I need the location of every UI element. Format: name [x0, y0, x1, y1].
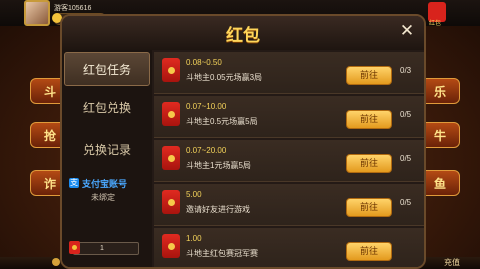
game-button-right-3[interactable]: 鱼	[420, 170, 460, 196]
go-button[interactable]: 前往	[346, 242, 392, 261]
redpacket-modal: 红包 ✕ 红包任务 红包兑换 兑换记录 支 支付宝账号 未绑定 1 0.08~0…	[60, 14, 426, 269]
player-name: 游客105616	[54, 5, 92, 12]
go-button[interactable]: 前往	[346, 66, 392, 85]
game-button-right-1[interactable]: 乐	[420, 78, 460, 104]
redpacket-top-label: 红包	[429, 21, 442, 27]
game-button-right-2[interactable]: 牛	[420, 122, 460, 148]
go-button[interactable]: 前往	[346, 110, 392, 129]
go-button[interactable]: 前往	[346, 198, 392, 217]
go-button[interactable]: 前往	[346, 154, 392, 173]
avatar[interactable]	[24, 0, 50, 26]
bottom-recharge[interactable]: 充值	[444, 257, 460, 269]
gear-icon	[52, 258, 60, 266]
go-button-column: 前往 前往 前往 前往 前往	[62, 16, 424, 267]
